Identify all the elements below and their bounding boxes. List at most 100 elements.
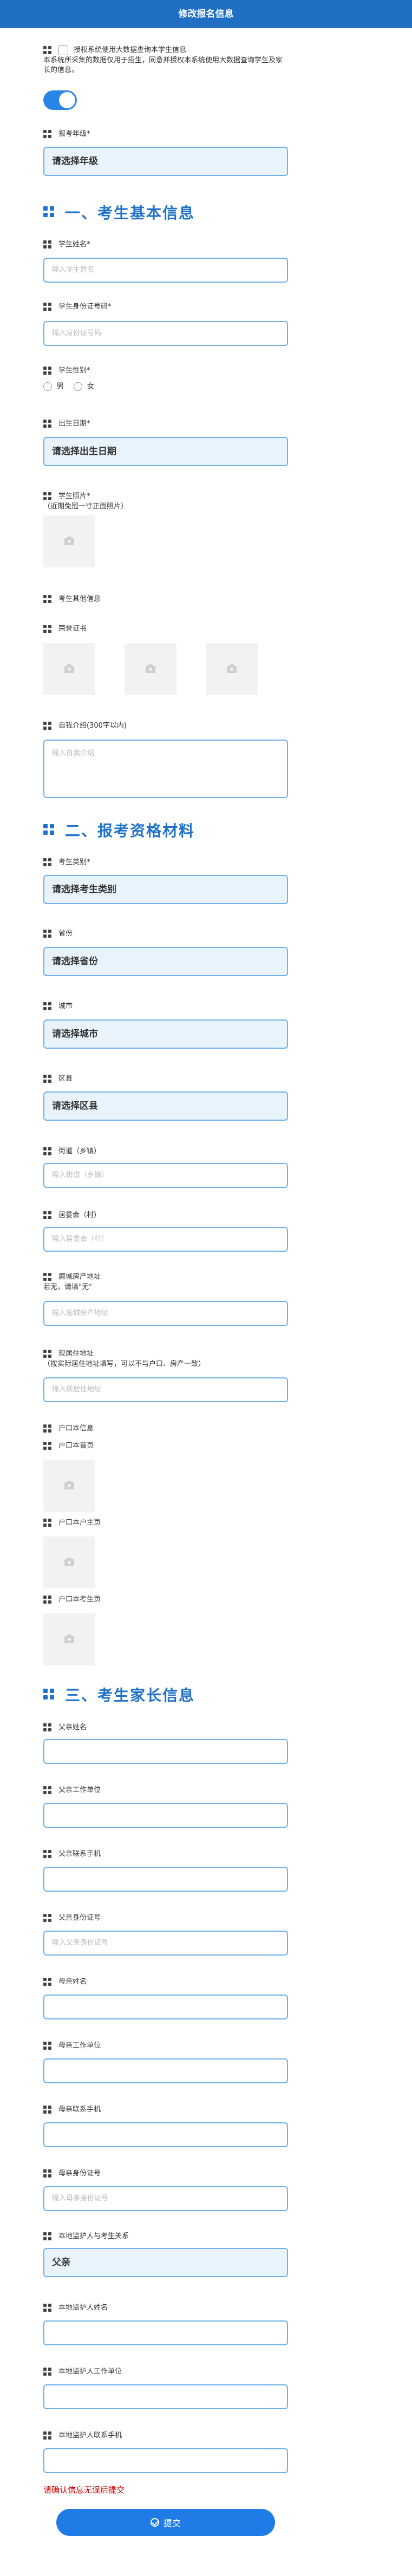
father-name-field: 父亲姓名 (43, 1723, 368, 1733)
required-mark: * (108, 303, 112, 311)
gender-option-male[interactable]: 男 (43, 382, 64, 391)
guardian-phone-field: 本地监护人联系手机 (43, 2431, 368, 2441)
father-phone-field: 父亲联系手机 (43, 1849, 368, 1860)
hukou-student-upload[interactable] (43, 1613, 95, 1665)
mother-work-label: 母亲工作单位 (58, 2042, 101, 2050)
father-name-input[interactable] (43, 1739, 288, 1764)
drag-grip-icon (43, 492, 53, 502)
submit-button[interactable]: 提交 (56, 2509, 275, 2536)
father-work-input[interactable] (43, 1803, 288, 1828)
guardian-relation-label: 本地监护人与考生关系 (58, 2232, 129, 2240)
hukou-home-upload[interactable] (43, 1460, 95, 1512)
guardian-phone-label: 本地监护人联系手机 (58, 2431, 122, 2440)
drag-grip-icon (43, 930, 53, 939)
city-label: 城市 (58, 1002, 73, 1010)
photo-field: 学生照片 * （近期免冠一寸正面照片） (43, 492, 368, 512)
id-number-label: 学生身份证号码 (58, 303, 108, 311)
drag-grip-icon (43, 1978, 53, 1987)
father-id-input[interactable]: 输入父亲身份证号 (43, 1931, 288, 1956)
drag-grip-icon (43, 2232, 53, 2242)
guardian-work-input[interactable] (43, 2384, 288, 2409)
photo-note: （近期免冠一寸正面照片） (43, 502, 128, 511)
camera-icon (64, 1480, 74, 1489)
district-label: 区县 (58, 1075, 73, 1083)
category-select[interactable]: 请选择考生类别 (43, 875, 288, 904)
drag-grip-icon (43, 2304, 53, 2313)
mother-id-input[interactable]: 输入母亲身份证号 (43, 2186, 288, 2211)
mother-phone-input[interactable] (43, 2122, 288, 2147)
required-mark: * (87, 367, 90, 375)
city-field: 城市 (43, 1002, 368, 1012)
camera-icon (64, 1634, 74, 1643)
gender-option-female[interactable]: 女 (74, 382, 94, 391)
student-name-input[interactable]: 输入学生姓名 (43, 258, 288, 283)
honors-upload-1[interactable] (43, 643, 95, 695)
id-number-input[interactable]: 输入身份证号码 (43, 321, 288, 346)
warning-text: 请确认信息无误后提交 (43, 2485, 125, 2495)
mother-id-label: 母亲身份证号 (58, 2169, 101, 2178)
province-select[interactable]: 请选择省份 (43, 947, 288, 976)
drag-grip-icon (43, 1273, 53, 1283)
drag-grip-icon (43, 2169, 53, 2179)
district-select[interactable]: 请选择区县 (43, 1091, 288, 1121)
committee-field: 居委会（村） (43, 1211, 368, 1221)
drag-grip-icon (43, 1002, 53, 1012)
required-mark: * (87, 240, 90, 249)
intro-textarea[interactable]: 输入自我介绍 (43, 740, 288, 798)
required-mark: * (87, 858, 90, 866)
drag-grip-icon (43, 1596, 53, 1605)
name-label: 学生姓名 (58, 240, 87, 249)
drag-grip-icon (43, 1519, 53, 1528)
radio-circle[interactable] (43, 382, 52, 391)
honors-upload-2[interactable] (125, 643, 176, 695)
residence-input[interactable]: 输入现居住地址 (43, 1377, 288, 1402)
property-note: 若无，请填"无" (43, 1283, 92, 1291)
drag-grip-icon (43, 303, 53, 312)
honors-upload-3[interactable] (206, 643, 258, 695)
committee-label: 居委会（村） (58, 1211, 101, 1219)
mother-name-label: 母亲姓名 (58, 1978, 87, 1986)
section-grip-icon (43, 824, 55, 836)
drag-grip-icon (43, 1147, 53, 1157)
birthdate-select[interactable]: 请选择出生日期 (43, 437, 288, 466)
honors-field: 荣誉证书 (43, 624, 368, 635)
grade-label: 报考年级 (58, 130, 87, 138)
other-info-field: 考生其他信息 (43, 594, 368, 605)
consent-description: 本系统所采集的数据仅用于招生，同意并授权本系统使用大数据查询学生及家长的信息。 (43, 56, 283, 74)
intro-label: 自我介绍(300字以内) (58, 722, 127, 730)
guardian-work-label: 本地监护人工作单位 (58, 2368, 122, 2376)
property-input[interactable]: 输入鹿城房产地址 (43, 1301, 288, 1326)
property-field: 鹿城房产地址 若无，请填"无" (43, 1272, 368, 1292)
radio-circle[interactable] (74, 382, 83, 391)
mother-phone-field: 母亲联系手机 (43, 2105, 368, 2115)
father-phone-label: 父亲联系手机 (58, 1850, 101, 1858)
city-select[interactable]: 请选择城市 (43, 1019, 288, 1049)
category-label: 考生类别 (58, 858, 87, 866)
consent-block: 授权系统使用大数据查询本学生信息 本系统所采集的数据仅用于招生，同意并授权本系统… (43, 45, 368, 75)
guardian-name-input[interactable] (43, 2320, 288, 2345)
drag-grip-icon (43, 1211, 53, 1221)
mother-name-input[interactable] (43, 1995, 288, 2019)
street-input[interactable]: 输入街道（乡镇） (43, 1163, 288, 1188)
consent-checkbox[interactable] (58, 45, 68, 55)
section-title: 二、报考资格材料 (65, 822, 195, 840)
gender-option-label: 女 (87, 382, 95, 391)
photo-upload[interactable] (43, 515, 95, 567)
father-phone-input[interactable] (43, 1867, 288, 1892)
consent-toggle[interactable] (43, 90, 77, 110)
section-grip-icon (43, 206, 55, 218)
hukou-head-upload[interactable] (43, 1537, 95, 1588)
grade-select[interactable]: 请选择年级 (43, 147, 288, 176)
hukou-student-field: 户口本考生页 (43, 1595, 368, 1605)
mother-work-input[interactable] (43, 2058, 288, 2083)
guardian-relation-select[interactable]: 父亲 (43, 2248, 288, 2277)
consent-label: 授权系统使用大数据查询本学生信息 (74, 46, 187, 54)
committee-input[interactable]: 输入居委会（村） (43, 1227, 288, 1252)
hukou-student-label: 户口本考生页 (58, 1596, 101, 1604)
drag-grip-icon (43, 1723, 53, 1733)
mother-work-field: 母亲工作单位 (43, 2041, 368, 2051)
hukou-home-label: 户口本首页 (58, 1442, 94, 1450)
intro-field: 自我介绍(300字以内) (43, 721, 368, 731)
guardian-phone-input[interactable] (43, 2448, 288, 2473)
property-label: 鹿城房产地址 (58, 1273, 101, 1281)
